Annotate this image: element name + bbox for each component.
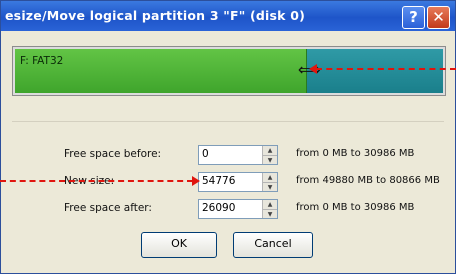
free-space-before-label: Free space before: <box>64 148 162 160</box>
free-space-after-row: Free space after: 26090 ▲ ▼ from 0 MB to… <box>12 199 444 219</box>
free-space-before-value: 0 <box>202 148 209 160</box>
spin-up-icon[interactable]: ▲ <box>263 173 277 182</box>
free-space-before-range: from 0 MB to 30986 MB <box>296 148 415 159</box>
annotation-arrow-new-size <box>0 176 200 186</box>
free-space-after-range: from 0 MB to 30986 MB <box>296 202 415 213</box>
new-size-input[interactable]: 54776 ▲ ▼ <box>198 172 278 192</box>
help-icon: ? <box>409 8 418 26</box>
free-space-after-input[interactable]: 26090 ▲ ▼ <box>198 199 278 219</box>
new-size-value: 54776 <box>202 175 236 187</box>
annotation-arrow-handle <box>309 64 456 74</box>
new-size-range: from 49880 MB to 80866 MB <box>296 175 440 186</box>
size-fields: Free space before: 0 ▲ ▼ from 0 MB to 30… <box>12 121 444 222</box>
free-space-after-label: Free space after: <box>64 202 152 214</box>
free-space-after-spinner[interactable]: ▲ ▼ <box>262 200 277 218</box>
title-bar[interactable]: esize/Move logical partition 3 "F" (disk… <box>1 1 455 31</box>
spin-down-icon[interactable]: ▼ <box>263 209 277 219</box>
spin-down-icon[interactable]: ▼ <box>263 182 277 192</box>
partition-label: F: FAT32 <box>20 55 64 67</box>
cancel-button[interactable]: Cancel <box>233 232 313 258</box>
free-space-before-input[interactable]: 0 ▲ ▼ <box>198 145 278 165</box>
help-button[interactable]: ? <box>402 6 425 29</box>
ok-button[interactable]: OK <box>141 232 217 258</box>
resize-move-dialog: esize/Move logical partition 3 "F" (disk… <box>0 0 456 274</box>
spin-down-icon[interactable]: ▼ <box>263 155 277 165</box>
free-space-before-spinner[interactable]: ▲ ▼ <box>262 146 277 164</box>
spin-up-icon[interactable]: ▲ <box>263 146 277 155</box>
close-button[interactable]: ✕ <box>427 6 450 29</box>
close-icon: ✕ <box>432 8 445 26</box>
arrow-head-icon <box>309 64 317 74</box>
free-space-before-row: Free space before: 0 ▲ ▼ from 0 MB to 30… <box>12 145 444 165</box>
spin-up-icon[interactable]: ▲ <box>263 200 277 209</box>
partition-segment[interactable]: F: FAT32 <box>15 49 307 93</box>
free-space-after-value: 26090 <box>202 202 236 214</box>
new-size-spinner[interactable]: ▲ ▼ <box>262 173 277 191</box>
arrow-head-icon <box>192 176 200 186</box>
dialog-title: esize/Move logical partition 3 "F" (disk… <box>5 8 306 23</box>
